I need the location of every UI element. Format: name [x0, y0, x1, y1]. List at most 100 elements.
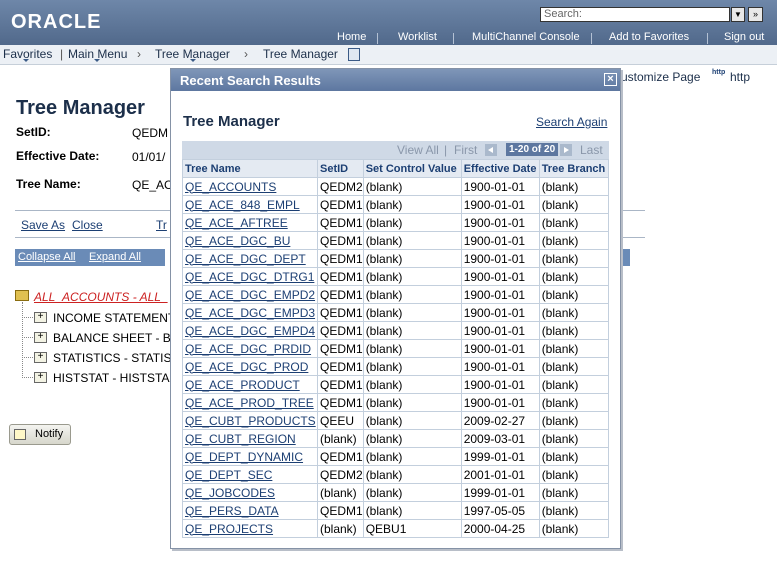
col-effective-date[interactable]: Effective Date	[460, 159, 540, 178]
tree-name-link[interactable]: QE_ACE_PRODUCT	[182, 375, 318, 394]
tree-node[interactable]: INCOME STATEMENT	[53, 311, 175, 325]
table-row: QE_ACCOUNTS QEDM2 (blank) 1900-01-01 (blank)	[182, 177, 610, 196]
tree-name-link[interactable]: QE_ACE_DGC_PRDID	[182, 339, 318, 358]
table-cell: 1900-01-01	[460, 303, 540, 322]
search-go-icon[interactable]: »	[748, 7, 763, 22]
table-row: QE_ACE_DGC_PROD QEDM1 (blank) 1900-01-01 (bl…	[182, 357, 610, 376]
add-to-favorites-link[interactable]: Add to Favorites	[609, 31, 689, 43]
tree-node[interactable]: STATISTICS - STATIS	[53, 351, 171, 365]
search-again-link[interactable]: Search Again	[536, 115, 607, 129]
table-cell: 1900-01-01	[460, 321, 540, 340]
table-row: QE_ACE_DGC_EMPD3 QEDM1 (blank) 1900-01-01 (b…	[182, 303, 610, 322]
table-row: QE_ACE_PRODUCT QEDM1 (blank) 1900-01-01 (bla…	[182, 375, 610, 394]
http-link[interactable]: http	[730, 70, 750, 84]
table-cell: (blank)	[538, 321, 610, 340]
tree-name-link[interactable]: QE_ACE_DGC_DEPT	[182, 249, 318, 268]
col-set-control-value[interactable]: Set Control Value	[362, 159, 462, 178]
breadcrumb-nav: Favorites | Main Menu › Tree Manager › T…	[0, 45, 777, 65]
results-table: Tree Name SetID Set Control Value Effect…	[182, 159, 610, 538]
table-cell: QEDM1	[317, 249, 364, 268]
tree-name-link[interactable]: QE_ACE_DGC_PROD	[182, 357, 318, 376]
table-cell: (blank)	[538, 195, 610, 214]
tree-root-node[interactable]: ALL_ACCOUNTS - ALL_	[34, 290, 168, 304]
tree-name-link[interactable]: QE_ACE_848_EMPL	[182, 195, 318, 214]
table-row: QE_ACE_DGC_EMPD4 QEDM1 (blank) 1900-01-01 (b…	[182, 321, 610, 340]
table-cell: 1900-01-01	[460, 357, 540, 376]
tree-name-label: Tree Name:	[16, 177, 81, 191]
multichannel-console-link[interactable]: MultiChannel Console	[472, 31, 580, 43]
table-cell: (blank)	[362, 465, 462, 484]
search-dropdown-icon[interactable]: ▼	[731, 7, 745, 22]
partial-link[interactable]: Tr	[156, 218, 167, 232]
table-cell: (blank)	[538, 501, 610, 520]
open-folder-icon	[15, 290, 29, 301]
table-row: QE_CUBT_REGION (blank) (blank) 2009-03-01 (b…	[182, 429, 610, 448]
table-cell: 1900-01-01	[460, 285, 540, 304]
table-cell: (blank)	[362, 177, 462, 196]
table-cell: (blank)	[538, 411, 610, 430]
next-arrow-icon[interactable]	[560, 144, 572, 156]
home-link[interactable]: Home	[337, 31, 366, 43]
table-cell: (blank)	[362, 429, 462, 448]
close-link[interactable]: Close	[72, 218, 103, 232]
view-all-link[interactable]: View All	[397, 143, 439, 157]
table-cell: (blank)	[362, 501, 462, 520]
tree-name-link[interactable]: QE_ACE_DGC_EMPD2	[182, 285, 318, 304]
tree-name-link[interactable]: QE_ACE_DGC_BU	[182, 231, 318, 250]
table-cell: (blank)	[317, 483, 364, 502]
worklist-link[interactable]: Worklist	[398, 31, 437, 43]
table-cell: QEDM1	[317, 447, 364, 466]
tree-node[interactable]: HISTSTAT - HISTSTA	[53, 371, 169, 385]
tree-node[interactable]: BALANCE SHEET - B	[53, 331, 171, 345]
tree-name-link[interactable]: QE_PROJECTS	[182, 519, 318, 538]
tree-name-link[interactable]: QE_ACE_AFTREE	[182, 213, 318, 232]
tree-name-link[interactable]: QE_PERS_DATA	[182, 501, 318, 520]
table-cell: QEDM1	[317, 303, 364, 322]
tree-name-link[interactable]: QE_ACE_DGC_EMPD3	[182, 303, 318, 322]
previous-arrow-icon[interactable]	[485, 144, 497, 156]
table-cell: (blank)	[317, 519, 364, 538]
notify-icon	[14, 429, 26, 440]
table-cell: 2009-03-01	[460, 429, 540, 448]
expand-plus-icon[interactable]: +	[34, 332, 47, 343]
table-cell: 1900-01-01	[460, 177, 540, 196]
table-cell: (blank)	[362, 267, 462, 286]
expand-plus-icon[interactable]: +	[34, 312, 47, 323]
first-link[interactable]: First	[454, 143, 477, 157]
table-cell: (blank)	[538, 483, 610, 502]
customize-page-link[interactable]: ustomize Page	[621, 70, 700, 84]
table-cell: (blank)	[362, 285, 462, 304]
search-input[interactable]: Search:	[540, 7, 730, 22]
notify-button[interactable]: Notify	[9, 424, 71, 445]
new-window-icon[interactable]	[348, 48, 360, 61]
tree-name-link[interactable]: QE_ACE_DGC_EMPD4	[182, 321, 318, 340]
modal-subtitle: Tree Manager	[183, 113, 280, 130]
tree-name-link[interactable]: QE_DEPT_SEC	[182, 465, 318, 484]
col-tree-branch[interactable]: Tree Branch	[538, 159, 610, 178]
expand-plus-icon[interactable]: +	[34, 352, 47, 363]
last-link[interactable]: Last	[580, 143, 603, 157]
table-cell: (blank)	[362, 303, 462, 322]
tree-name-value: QE_AC	[132, 178, 173, 192]
table-cell: QEDM1	[317, 375, 364, 394]
collapse-all-link[interactable]: Collapse All	[18, 251, 75, 263]
col-tree-name[interactable]: Tree Name	[182, 159, 318, 178]
tree-name-link[interactable]: QE_CUBT_PRODUCTS	[182, 411, 318, 430]
tree-name-link[interactable]: QE_ACE_DGC_DTRG1	[182, 267, 318, 286]
sign-out-link[interactable]: Sign out	[724, 31, 764, 43]
expand-all-link[interactable]: Expand All	[89, 251, 141, 263]
setid-label: SetID:	[16, 125, 51, 139]
tree-name-link[interactable]: QE_ACCOUNTS	[182, 177, 318, 196]
save-as-link[interactable]: Save As	[21, 218, 65, 232]
col-setid[interactable]: SetID	[317, 159, 364, 178]
expand-plus-icon[interactable]: +	[34, 372, 47, 383]
tree-name-link[interactable]: QE_DEPT_DYNAMIC	[182, 447, 318, 466]
tree-name-link[interactable]: QE_CUBT_REGION	[182, 429, 318, 448]
table-cell: QEDM1	[317, 393, 364, 412]
http-icon[interactable]: http	[712, 69, 727, 85]
tree-name-link[interactable]: QE_ACE_PROD_TREE	[182, 393, 318, 412]
close-icon[interactable]: ×	[604, 73, 617, 86]
result-count: 1-20 of 20	[506, 143, 559, 156]
table-row: QE_ACE_DGC_PRDID QEDM1 (blank) 1900-01-01 (b…	[182, 339, 610, 358]
tree-name-link[interactable]: QE_JOBCODES	[182, 483, 318, 502]
